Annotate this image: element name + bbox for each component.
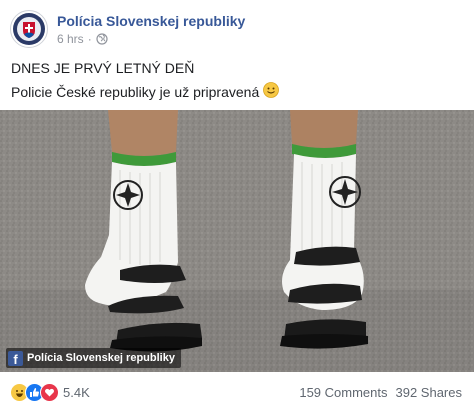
page-avatar[interactable] xyxy=(10,10,48,48)
page-name-link[interactable]: Polícia Slovenskej republiky xyxy=(57,13,245,29)
facebook-post: Polícia Slovenskej republiky 6 hrs · DNE… xyxy=(0,0,474,411)
watermark-page-name: Polícia Slovenskej republiky xyxy=(27,352,175,364)
post-meta: 6 hrs · xyxy=(57,32,108,46)
post-text-line-2-wrap: Policie České republiky je už pripravená xyxy=(11,82,280,101)
globe-icon xyxy=(96,33,108,45)
reactions-summary[interactable]: 5.4K xyxy=(10,383,90,402)
post-text-line-2: Policie České republiky je už pripravená xyxy=(11,83,260,100)
engagement-stats: 159 Comments 392 Shares xyxy=(299,385,462,400)
post-timestamp[interactable]: 6 hrs xyxy=(57,32,84,46)
comments-count-link[interactable]: 159 Comments xyxy=(299,385,387,400)
post-text-line-1: DNES JE PRVÝ LETNÝ DEŇ xyxy=(11,60,195,76)
reaction-count: 5.4K xyxy=(63,385,90,400)
meta-separator: · xyxy=(87,32,92,46)
feet-in-socks-and-sandals-image xyxy=(0,110,474,372)
shares-count-link[interactable]: 392 Shares xyxy=(396,385,463,400)
smiley-emoji-icon xyxy=(263,82,280,101)
facebook-logo-icon: f xyxy=(8,350,23,366)
photo-watermark: f Polícia Slovenskej republiky xyxy=(6,348,181,368)
post-photo[interactable]: f Polícia Slovenskej republiky xyxy=(0,110,474,372)
post-footer: 5.4K 159 Comments 392 Shares xyxy=(0,372,474,411)
love-reaction-icon xyxy=(40,383,59,402)
